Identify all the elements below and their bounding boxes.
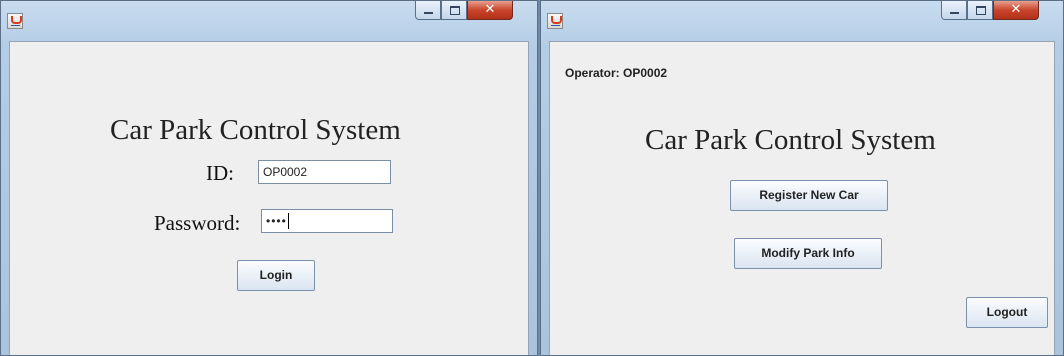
close-button[interactable]: ✕ [993, 1, 1039, 20]
password-mask: •••• [266, 214, 287, 228]
login-content-panel: Car Park Control System ID: OP0002 Passw… [9, 41, 529, 355]
minimize-icon [424, 12, 433, 14]
login-button[interactable]: Login [237, 260, 315, 291]
logout-button[interactable]: Logout [966, 297, 1048, 328]
page-title: Car Park Control System [645, 124, 936, 156]
minimize-button[interactable] [941, 1, 967, 20]
window-controls: ✕ [941, 1, 1039, 21]
main-window: ✕ Operator: OP0002 Car Park Control Syst… [540, 0, 1064, 356]
java-app-icon [7, 13, 23, 29]
password-input[interactable]: •••• [261, 209, 393, 233]
maximize-icon [976, 6, 986, 15]
close-icon: ✕ [1010, 2, 1022, 17]
login-window: ✕ Car Park Control System ID: OP0002 Pas… [0, 0, 538, 356]
password-label: Password: [154, 211, 241, 235]
window-controls: ✕ [415, 1, 513, 21]
id-label: ID: [206, 161, 234, 185]
modify-park-info-button[interactable]: Modify Park Info [734, 238, 882, 269]
id-input[interactable]: OP0002 [258, 160, 391, 184]
maximize-icon [450, 6, 460, 15]
java-app-icon [547, 13, 563, 29]
main-content-panel: Operator: OP0002 Car Park Control System… [549, 41, 1055, 355]
close-icon: ✕ [484, 2, 496, 17]
text-caret [287, 213, 289, 229]
operator-label: Operator: OP0002 [565, 66, 668, 80]
page-title: Car Park Control System [110, 114, 401, 146]
register-new-car-button[interactable]: Register New Car [730, 180, 888, 211]
maximize-button[interactable] [967, 1, 993, 20]
title-bar[interactable]: ✕ [1, 1, 537, 41]
maximize-button[interactable] [441, 1, 467, 20]
close-button[interactable]: ✕ [467, 1, 513, 20]
title-bar[interactable]: ✕ [541, 1, 1063, 41]
minimize-button[interactable] [415, 1, 441, 20]
minimize-icon [950, 12, 959, 14]
